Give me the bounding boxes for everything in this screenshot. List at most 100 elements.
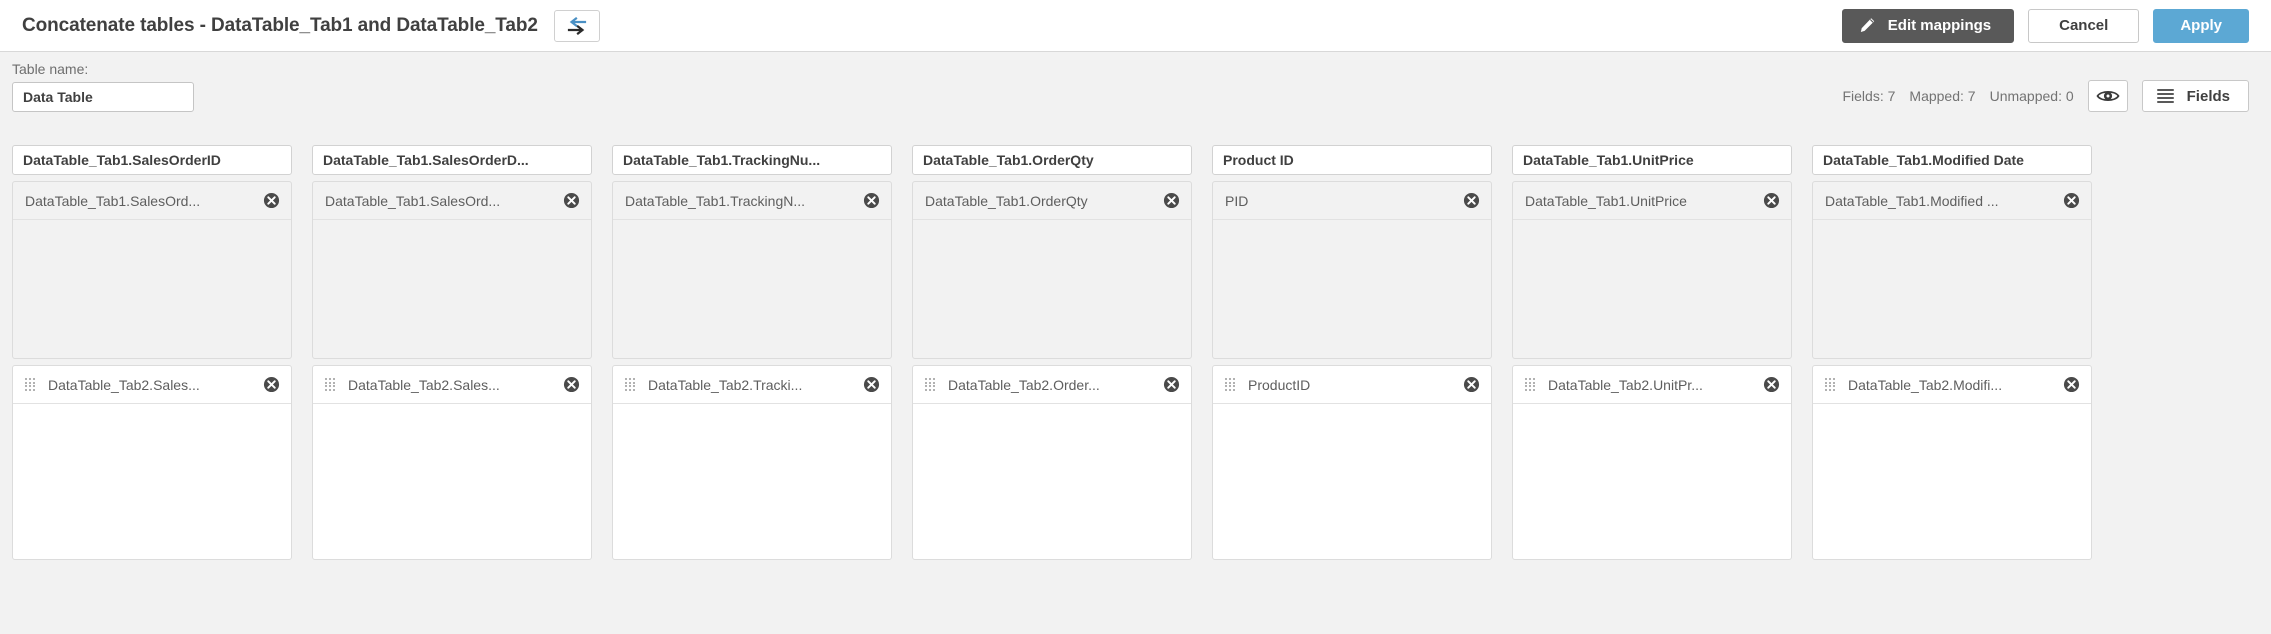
remove-circle-icon[interactable] (863, 376, 880, 393)
field-chip[interactable]: DataTable_Tab1.TrackingN... (613, 182, 891, 220)
mapping-column: Product ID PID ProductID (1212, 145, 1492, 634)
field-chip[interactable]: DataTable_Tab2.Sales... (13, 366, 291, 404)
field-chip[interactable]: DataTable_Tab1.SalesOrd... (13, 182, 291, 220)
source-table2-dropzone[interactable]: DataTable_Tab2.Modifi... (1812, 365, 2092, 560)
remove-circle-icon[interactable] (1163, 376, 1180, 393)
drag-handle-icon[interactable] (925, 378, 936, 391)
field-chip[interactable]: ProductID (1213, 366, 1491, 404)
mapping-column: DataTable_Tab1.SalesOrderID DataTable_Ta… (12, 145, 292, 634)
drag-handle-icon[interactable] (325, 378, 336, 391)
fields-count: Fields: 7 (1842, 88, 1896, 104)
fields-button[interactable]: Fields (2141, 80, 2249, 112)
preview-toggle-button[interactable] (2087, 80, 2128, 112)
source-table1-dropzone[interactable]: DataTable_Tab1.TrackingN... (612, 181, 892, 359)
apply-button[interactable]: Apply (2153, 8, 2249, 43)
field-chip[interactable]: DataTable_Tab1.OrderQty (913, 182, 1191, 220)
source-table2-dropzone[interactable]: DataTable_Tab2.Order... (912, 365, 1192, 560)
remove-circle-icon[interactable] (1463, 192, 1480, 209)
drag-handle-icon[interactable] (1225, 378, 1236, 391)
cancel-button[interactable]: Cancel (2028, 8, 2140, 43)
mapping-column: DataTable_Tab1.TrackingNu... DataTable_T… (612, 145, 892, 634)
column-header[interactable]: DataTable_Tab1.OrderQty (912, 145, 1192, 175)
field-chip-label: DataTable_Tab2.UnitPr... (1548, 376, 1703, 393)
field-chip[interactable]: DataTable_Tab2.Order... (913, 366, 1191, 404)
field-chip-label: DataTable_Tab1.SalesOrd... (25, 192, 201, 209)
eye-icon (2096, 91, 2120, 101)
remove-circle-icon[interactable] (2063, 376, 2080, 393)
drag-handle-icon[interactable] (1525, 378, 1536, 391)
field-chip-label: DataTable_Tab2.Sales... (348, 376, 500, 393)
field-chip-label: DataTable_Tab1.SalesOrd... (325, 192, 501, 209)
drag-handle-icon[interactable] (25, 378, 36, 391)
field-chip-label: DataTable_Tab2.Tracki... (648, 376, 803, 393)
column-header[interactable]: Product ID (1212, 145, 1492, 175)
source-table1-dropzone[interactable]: DataTable_Tab1.Modified ... (1812, 181, 2092, 359)
field-chip-label: DataTable_Tab2.Sales... (48, 376, 200, 393)
list-icon (2156, 89, 2174, 103)
remove-circle-icon[interactable] (263, 376, 280, 393)
swap-arrows-icon (567, 16, 586, 35)
remove-circle-icon[interactable] (1763, 376, 1780, 393)
source-table2-dropzone[interactable]: DataTable_Tab2.Sales... (12, 365, 292, 560)
remove-circle-icon[interactable] (863, 192, 880, 209)
pencil-icon (1860, 18, 1874, 32)
remove-circle-icon[interactable] (563, 376, 580, 393)
field-chip-label: DataTable_Tab2.Modifi... (1848, 376, 2003, 393)
field-chip[interactable]: DataTable_Tab1.UnitPrice (1513, 182, 1791, 220)
field-chip[interactable]: DataTable_Tab1.SalesOrd... (313, 182, 591, 220)
field-chip[interactable]: DataTable_Tab2.UnitPr... (1513, 366, 1791, 404)
source-table1-dropzone[interactable]: PID (1212, 181, 1492, 359)
cancel-label: Cancel (2059, 17, 2109, 34)
remove-circle-icon[interactable] (2063, 192, 2080, 209)
table-name-input[interactable] (12, 82, 194, 112)
table-settings-bar: Table name: Fields: 7 Mapped: 7 Unmapped… (0, 52, 2271, 135)
column-header[interactable]: DataTable_Tab1.SalesOrderD... (312, 145, 592, 175)
remove-circle-icon[interactable] (1463, 376, 1480, 393)
source-table1-dropzone[interactable]: DataTable_Tab1.UnitPrice (1512, 181, 1792, 359)
remove-circle-icon[interactable] (1763, 192, 1780, 209)
dialog-header: Concatenate tables - DataTable_Tab1 and … (0, 0, 2271, 52)
mapping-column: DataTable_Tab1.OrderQty DataTable_Tab1.O… (912, 145, 1192, 634)
mapping-column: DataTable_Tab1.Modified Date DataTable_T… (1812, 145, 2092, 634)
source-table2-dropzone[interactable]: DataTable_Tab2.Sales... (312, 365, 592, 560)
swap-tables-button[interactable] (553, 9, 600, 42)
remove-circle-icon[interactable] (1163, 192, 1180, 209)
source-table2-dropzone[interactable]: DataTable_Tab2.Tracki... (612, 365, 892, 560)
edit-mappings-button[interactable]: Edit mappings (1841, 8, 2015, 43)
column-header[interactable]: DataTable_Tab1.TrackingNu... (612, 145, 892, 175)
column-header[interactable]: DataTable_Tab1.UnitPrice (1512, 145, 1792, 175)
mapping-columns-container: DataTable_Tab1.SalesOrderID DataTable_Ta… (0, 135, 2271, 634)
field-chip-label: DataTable_Tab1.Modified ... (1825, 192, 1999, 209)
source-table2-dropzone[interactable]: ProductID (1212, 365, 1492, 560)
remove-circle-icon[interactable] (563, 192, 580, 209)
mapping-column: DataTable_Tab1.UnitPrice DataTable_Tab1.… (1512, 145, 1792, 634)
source-table1-dropzone[interactable]: DataTable_Tab1.OrderQty (912, 181, 1192, 359)
column-header[interactable]: DataTable_Tab1.SalesOrderID (12, 145, 292, 175)
field-chip[interactable]: DataTable_Tab2.Sales... (313, 366, 591, 404)
apply-label: Apply (2180, 17, 2222, 34)
field-chip[interactable]: DataTable_Tab2.Tracki... (613, 366, 891, 404)
drag-handle-icon[interactable] (1825, 378, 1836, 391)
header-actions: Edit mappings Cancel Apply (1841, 8, 2249, 43)
unmapped-count: Unmapped: 0 (1989, 88, 2074, 104)
dialog-title: Concatenate tables - DataTable_Tab1 and … (22, 14, 538, 36)
field-chip-label: DataTable_Tab1.TrackingN... (625, 192, 806, 209)
fields-button-label: Fields (2186, 87, 2230, 105)
drag-handle-icon[interactable] (625, 378, 636, 391)
field-chip[interactable]: PID (1213, 182, 1491, 220)
mapping-column: DataTable_Tab1.SalesOrderD... DataTable_… (312, 145, 592, 634)
source-table1-dropzone[interactable]: DataTable_Tab1.SalesOrd... (312, 181, 592, 359)
field-stats-group: Fields: 7 Mapped: 7 Unmapped: 0 Fields (1842, 80, 2249, 112)
edit-mappings-label: Edit mappings (1887, 17, 1992, 34)
field-chip-label: PID (1225, 192, 1249, 209)
table-name-label: Table name: (12, 61, 89, 77)
source-table2-dropzone[interactable]: DataTable_Tab2.UnitPr... (1512, 365, 1792, 560)
source-table1-dropzone[interactable]: DataTable_Tab1.SalesOrd... (12, 181, 292, 359)
field-chip-label: DataTable_Tab1.OrderQty (925, 192, 1088, 209)
field-chip[interactable]: DataTable_Tab2.Modifi... (1813, 366, 2091, 404)
field-chip-label: ProductID (1248, 376, 1311, 393)
field-chip-label: DataTable_Tab1.UnitPrice (1525, 192, 1687, 209)
column-header[interactable]: DataTable_Tab1.Modified Date (1812, 145, 2092, 175)
remove-circle-icon[interactable] (263, 192, 280, 209)
field-chip[interactable]: DataTable_Tab1.Modified ... (1813, 182, 2091, 220)
